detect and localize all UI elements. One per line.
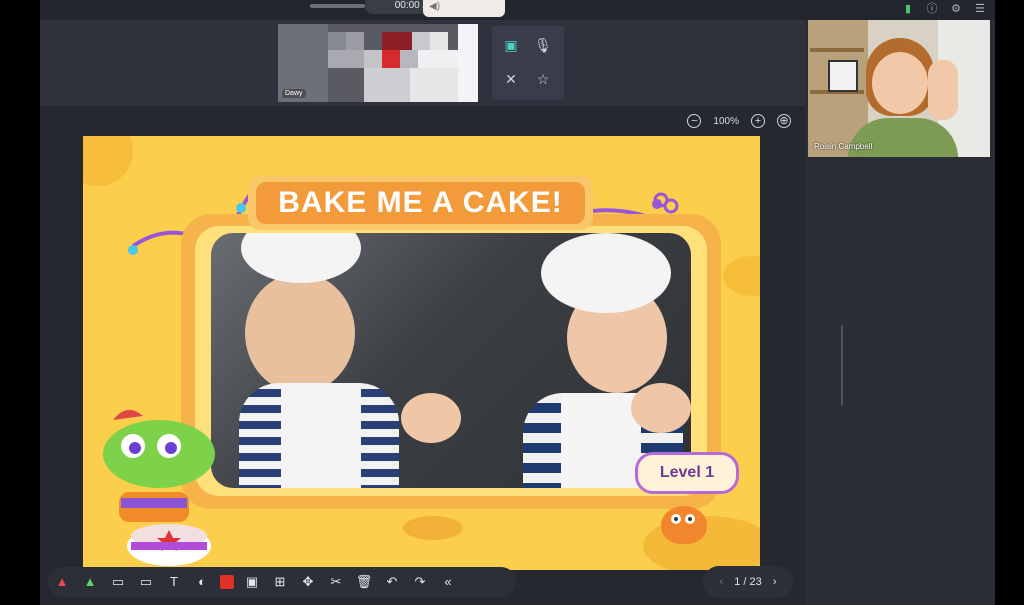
top-bar: 00:00 / ◀) ▮ ⓘ ⚙ ☰ (40, 0, 995, 20)
level-badge: Level 1 (635, 452, 739, 494)
screen-share-icon[interactable]: ▣ (500, 34, 522, 56)
sidebar: Roisin Campbell (805, 20, 995, 605)
text-icon[interactable]: T (163, 571, 185, 593)
info-icon[interactable]: ⓘ (925, 2, 939, 16)
crocodile-mascot (103, 409, 215, 566)
clear-icon[interactable]: ▭ (135, 571, 157, 593)
splitter[interactable] (841, 325, 843, 405)
undo-icon[interactable]: ↶ (381, 571, 403, 593)
menu-icon[interactable]: ☰ (973, 2, 987, 16)
microphone-icon[interactable]: 🎙 (532, 34, 554, 56)
page-indicator: 1 / 23 (734, 576, 762, 588)
zoom-out-icon[interactable]: − (687, 114, 702, 128)
children-baking-photo (211, 233, 691, 488)
top-icons: ▮ ⓘ ⚙ ☰ (901, 2, 987, 16)
page-navigator: ‹ 1 / 23 › (703, 566, 793, 598)
slide-title: BAKE ME A CAKE! (256, 182, 585, 224)
image-icon[interactable]: ▣ (241, 571, 263, 593)
redo-icon[interactable]: ↷ (409, 571, 431, 593)
next-page-icon[interactable]: › (773, 576, 777, 588)
playback-progress[interactable] (310, 4, 365, 8)
student-video: Dawy (278, 24, 478, 102)
signal-icon: ▮ (904, 3, 912, 15)
pen-icon[interactable]: ▲ (51, 571, 73, 593)
shape-icon[interactable]: ◐ (191, 571, 213, 593)
student-name: Dawy (282, 89, 306, 98)
student-controls: ▣ 🎙 ✕ ☆ (492, 26, 564, 100)
add-icon[interactable]: ⊞ (269, 571, 291, 593)
magic-wand-icon[interactable]: ✕ (500, 68, 522, 90)
collapse-icon[interactable]: « (437, 571, 459, 593)
zoom-controls: − 100% + ⊕ (687, 114, 791, 128)
trash-icon[interactable]: 🗑 (353, 571, 375, 593)
move-icon[interactable]: ✥ (297, 571, 319, 593)
prev-page-icon[interactable]: ‹ (720, 576, 724, 588)
star-icon[interactable]: ☆ (532, 68, 554, 90)
color-icon[interactable] (220, 575, 234, 589)
lesson-slide[interactable]: BAKE ME A CAKE! Level 1 (83, 136, 760, 570)
classroom-app: 00:00 / ◀) ▮ ⓘ ⚙ ☰ Dawy ▣ 🎙 ✕ ☆ − 100% +… (40, 0, 995, 605)
fit-screen-icon[interactable]: ⊕ (777, 114, 791, 128)
drawing-toolbar: ▲ ▲ ▭ ▭ T ◐ ▣ ⊞ ✥ ✂ 🗑 ↶ ↷ « (48, 567, 516, 597)
marker-icon[interactable]: ▲ (79, 571, 101, 593)
courseware-area: − 100% + ⊕ BAKE ME A CAKE! Level 1 (40, 106, 805, 605)
teacher-name: Roisin Campbell (814, 142, 873, 151)
teacher-video: Roisin Campbell (808, 20, 990, 157)
volume-control[interactable]: ◀) (423, 0, 505, 17)
eraser-icon[interactable]: ▭ (107, 571, 129, 593)
volume-icon[interactable]: ◀) (429, 1, 440, 12)
scissors-icon[interactable]: ✂ (325, 571, 347, 593)
zoom-in-icon[interactable]: + (751, 114, 765, 128)
orange-monster (661, 506, 707, 544)
zoom-level: 100% (713, 115, 739, 127)
settings-icon[interactable]: ⚙ (949, 2, 963, 16)
